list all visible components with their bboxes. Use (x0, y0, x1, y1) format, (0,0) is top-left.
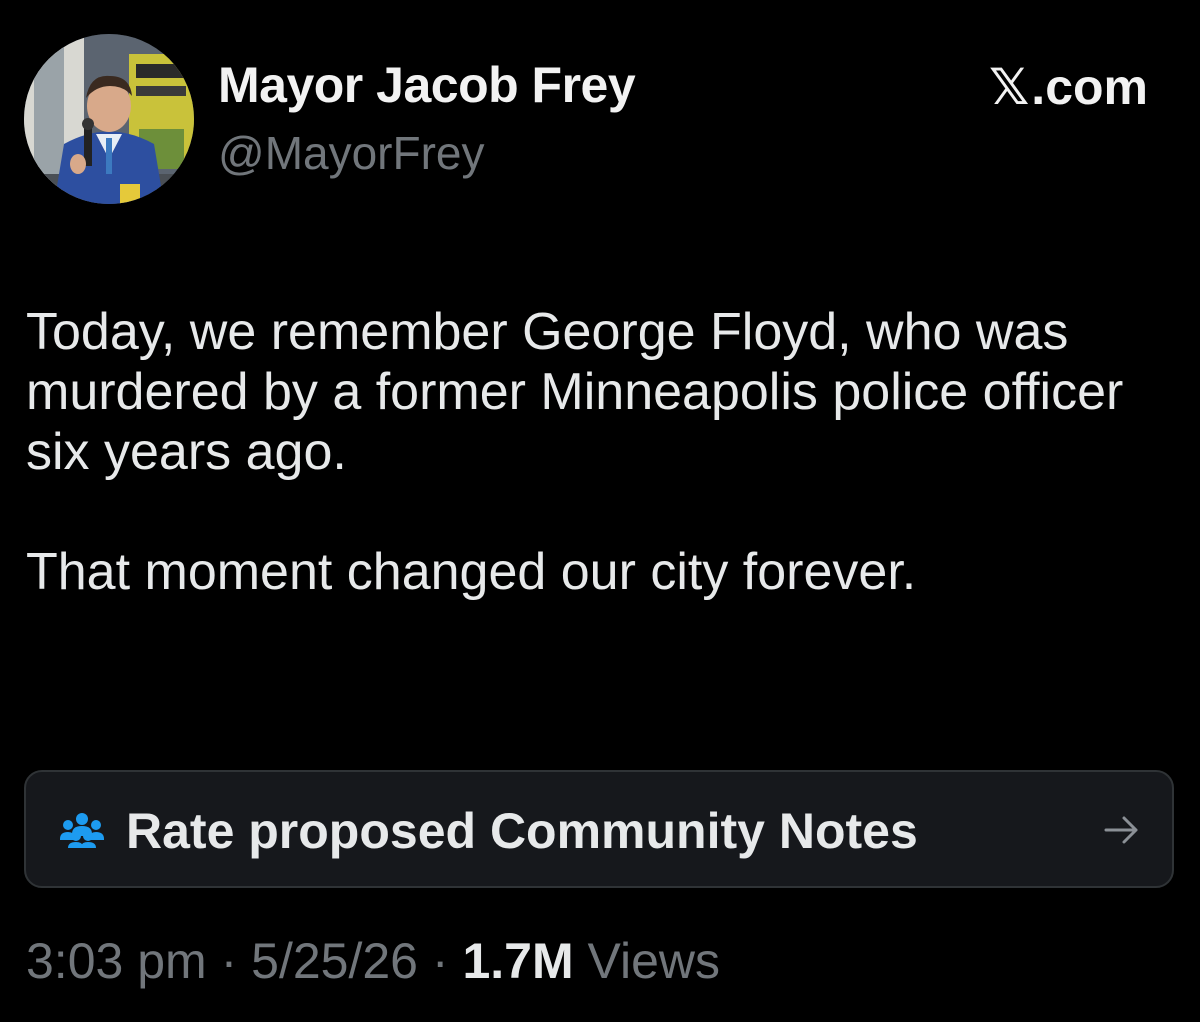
views-label[interactable]: Views (588, 933, 720, 989)
author-handle[interactable]: @MayorFrey (218, 126, 485, 180)
meta-separator: · (220, 933, 238, 989)
tweet-paragraph: That moment changed our city forever. (26, 543, 917, 601)
community-notes-label: Rate proposed Community Notes (126, 803, 918, 859)
meta-separator: · (431, 933, 449, 989)
tweet-paragraph: Today, we remember George Floyd, who was… (26, 303, 1124, 481)
brand-label: 𝕏 .com (989, 58, 1148, 116)
views-count[interactable]: 1.7M (462, 933, 573, 989)
avatar[interactable] (24, 34, 194, 204)
brand-suffix: .com (1031, 59, 1148, 115)
x-logo-icon: 𝕏 (989, 58, 1030, 116)
tweet-time[interactable]: 3:03 pm (26, 933, 207, 989)
arrow-right-icon (1104, 816, 1138, 844)
author-name[interactable]: Mayor Jacob Frey (218, 56, 636, 114)
people-icon (60, 813, 104, 848)
tweet-text: Today, we remember George Floyd, who was… (26, 302, 1166, 602)
tweet-date[interactable]: 5/25/26 (251, 933, 418, 989)
community-notes-button[interactable]: Rate proposed Community Notes (24, 770, 1174, 888)
tweet-meta: 3:03 pm · 5/25/26 · 1.7M Views (26, 932, 720, 990)
avatar-photo (24, 34, 194, 204)
